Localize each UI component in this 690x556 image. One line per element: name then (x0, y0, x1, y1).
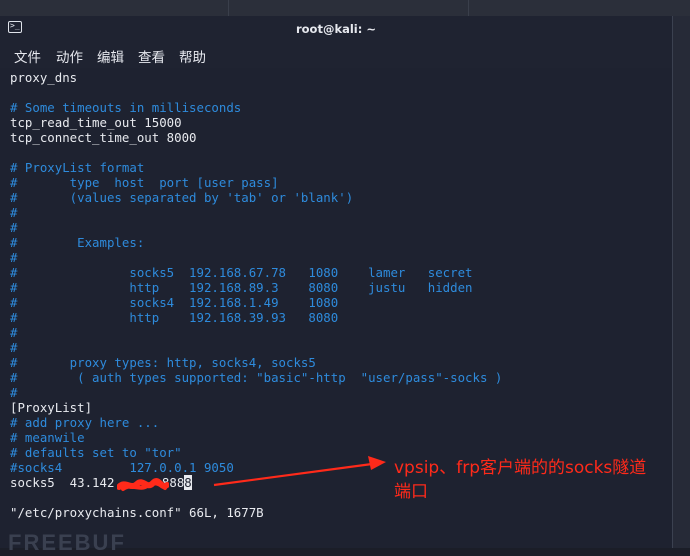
annotation-text: vpsip、frp客户端的的socks隧道 端口 (394, 458, 647, 502)
watermark: FREEBUF (8, 530, 126, 555)
